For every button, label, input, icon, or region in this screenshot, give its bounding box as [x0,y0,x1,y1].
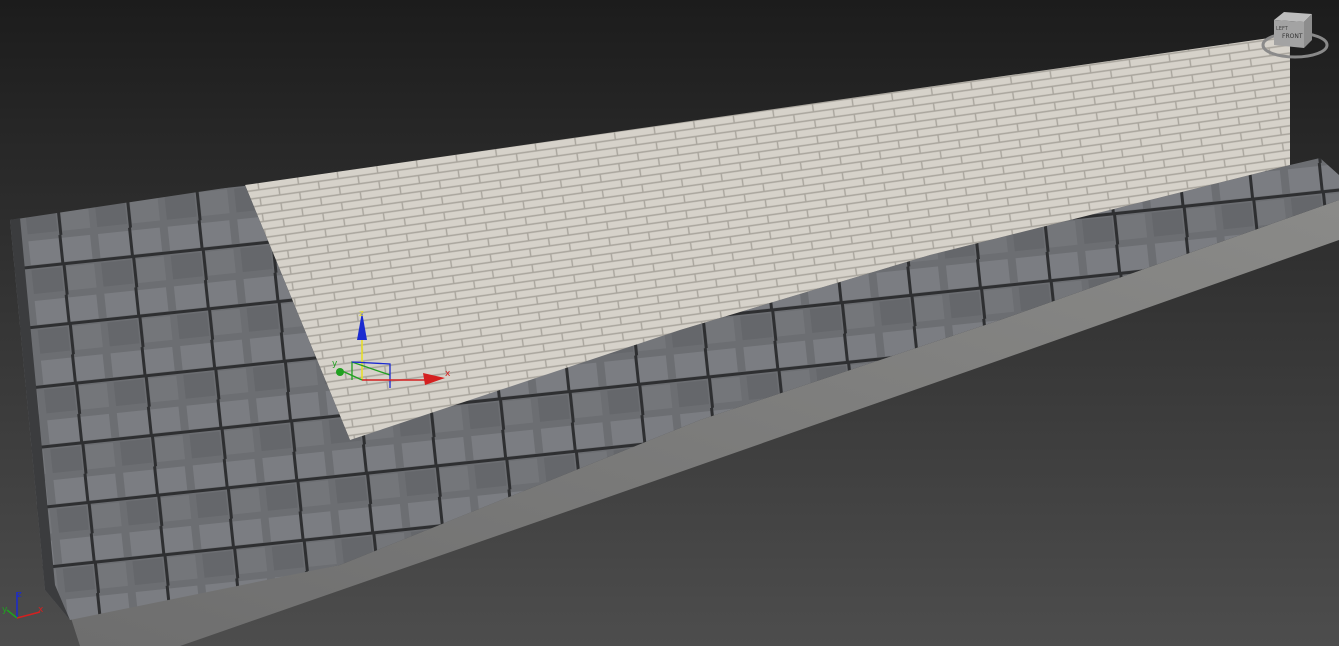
viewcube-left-label: LEFT [1276,26,1289,32]
tripod-y-label: y [2,605,8,615]
gizmo-z-label: z [359,309,364,319]
gizmo-y-handle[interactable] [336,368,344,376]
scene[interactable]: z x y z x y FRONT LEFT [0,0,1339,646]
3d-viewport[interactable]: z x y z x y FRONT LEFT [0,0,1339,646]
gizmo-y-label: y [332,359,338,369]
gizmo-x-label: x [445,369,451,379]
tripod-x-label: x [38,605,44,615]
tripod-z-label: z [17,590,22,600]
viewcube-front-label: FRONT [1282,33,1303,40]
axis-tripod: z x y [2,590,44,619]
